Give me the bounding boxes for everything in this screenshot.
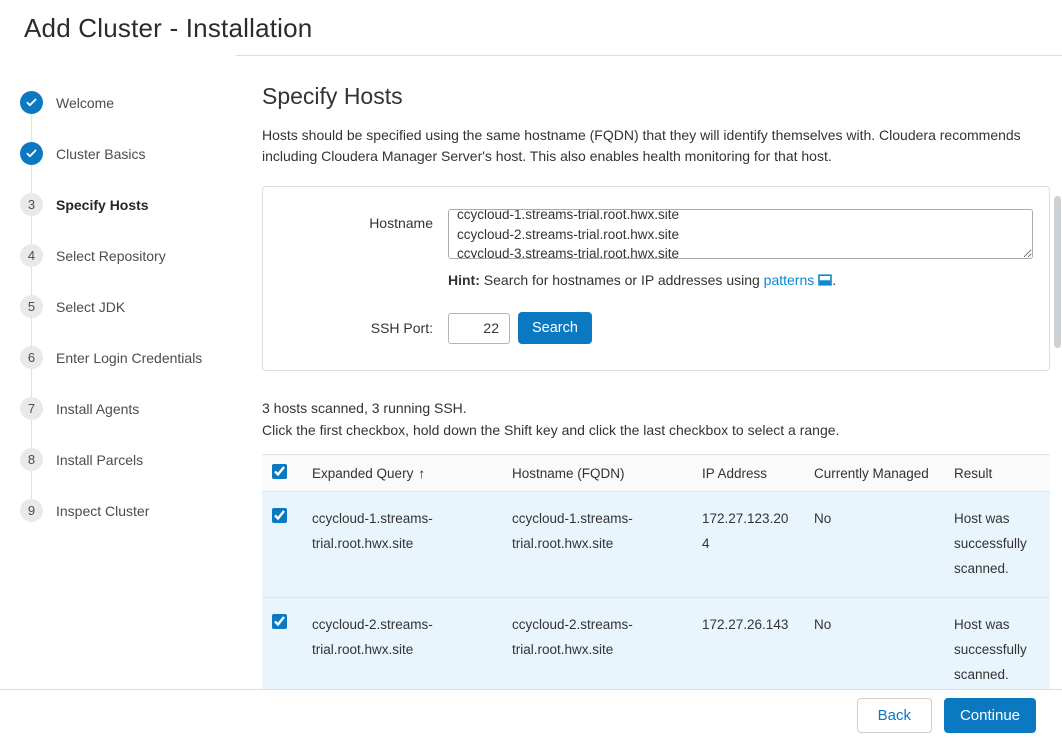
column-header-hostname[interactable]: Hostname (FQDN) bbox=[502, 455, 692, 492]
sidebar-item-welcome[interactable]: Welcome bbox=[20, 77, 236, 128]
page-scrollbar[interactable] bbox=[1054, 196, 1061, 348]
hostname-textarea[interactable]: ccycloud-1.streams-trial.root.hwx.site c… bbox=[448, 209, 1033, 259]
sidebar-item-label: Specify Hosts bbox=[56, 197, 149, 213]
hostname-cell: ccycloud-1.streams-trial.root.hwx.site bbox=[502, 492, 692, 598]
managed-cell: No bbox=[804, 598, 944, 704]
row-checkbox-cell bbox=[262, 492, 302, 598]
ssh-port-input[interactable] bbox=[448, 313, 510, 344]
step-number: 8 bbox=[20, 448, 43, 471]
column-header-managed[interactable]: Currently Managed bbox=[804, 455, 944, 492]
sidebar-item-label: Select Repository bbox=[56, 248, 166, 264]
step-complete-check-icon bbox=[20, 142, 43, 165]
row-checkbox[interactable] bbox=[272, 614, 287, 629]
step-number: 3 bbox=[20, 193, 43, 216]
column-header-ip[interactable]: IP Address bbox=[692, 455, 804, 492]
section-title: Specify Hosts bbox=[262, 83, 1050, 110]
hint-period: . bbox=[832, 272, 836, 288]
scan-instruction-line: Click the first checkbox, hold down the … bbox=[262, 422, 839, 438]
ip-cell: 172.27.123.204 bbox=[692, 492, 804, 598]
hostname-hint: Hint: Search for hostnames or IP address… bbox=[448, 272, 1033, 288]
sidebar-item-cluster-basics[interactable]: Cluster Basics bbox=[20, 128, 236, 179]
sidebar-item-install-agents[interactable]: 7 Install Agents bbox=[20, 383, 236, 434]
step-complete-check-icon bbox=[20, 91, 43, 114]
sidebar-item-enter-login-credentials[interactable]: 6 Enter Login Credentials bbox=[20, 332, 236, 383]
wizard-steps: Welcome Cluster Basics 3 Specify Hosts 4… bbox=[20, 77, 236, 536]
back-button[interactable]: Back bbox=[857, 698, 932, 733]
table-header-row: Expanded Query↑ Hostname (FQDN) IP Addre… bbox=[262, 455, 1050, 492]
result-cell: Host was successfully scanned. bbox=[944, 598, 1050, 704]
ip-cell: 172.27.26.143 bbox=[692, 598, 804, 704]
page-title: Add Cluster - Installation bbox=[24, 13, 1062, 44]
patterns-popup-icon bbox=[818, 274, 832, 286]
search-button[interactable]: Search bbox=[518, 312, 592, 344]
sidebar-item-label: Select JDK bbox=[56, 299, 125, 315]
ssh-port-label: SSH Port: bbox=[263, 320, 448, 336]
wizard-footer: Back Continue bbox=[0, 689, 1062, 741]
sidebar-item-label: Install Parcels bbox=[56, 452, 143, 468]
managed-cell: No bbox=[804, 492, 944, 598]
step-number: 9 bbox=[20, 499, 43, 522]
row-checkbox-cell bbox=[262, 598, 302, 704]
scan-summary-line: 3 hosts scanned, 3 running SSH. bbox=[262, 400, 467, 416]
hostname-label: Hostname bbox=[263, 209, 448, 231]
host-search-form: Hostname ccycloud-1.streams-trial.root.h… bbox=[262, 186, 1050, 371]
hostname-cell: ccycloud-2.streams-trial.root.hwx.site bbox=[502, 598, 692, 704]
table-row: ccycloud-1.streams-trial.root.hwx.site c… bbox=[262, 492, 1050, 598]
column-header-result[interactable]: Result bbox=[944, 455, 1050, 492]
step-number: 4 bbox=[20, 244, 43, 267]
main-content: Specify Hosts Hosts should be specified … bbox=[236, 55, 1062, 730]
select-all-cell bbox=[262, 455, 302, 492]
result-cell: Host was successfully scanned. bbox=[944, 492, 1050, 598]
sidebar-item-label: Install Agents bbox=[56, 401, 139, 417]
sort-ascending-icon: ↑ bbox=[418, 466, 425, 481]
row-checkbox[interactable] bbox=[272, 508, 287, 523]
sidebar-item-label: Enter Login Credentials bbox=[56, 350, 202, 366]
sidebar-item-label: Inspect Cluster bbox=[56, 503, 149, 519]
step-number: 5 bbox=[20, 295, 43, 318]
select-all-checkbox[interactable] bbox=[272, 464, 287, 479]
step-number: 7 bbox=[20, 397, 43, 420]
sidebar-item-select-repository[interactable]: 4 Select Repository bbox=[20, 230, 236, 281]
hint-label: Hint: bbox=[448, 272, 480, 288]
wizard-sidebar: Welcome Cluster Basics 3 Specify Hosts 4… bbox=[0, 55, 236, 730]
sidebar-item-label: Welcome bbox=[56, 95, 114, 111]
hint-text: Search for hostnames or IP addresses usi… bbox=[480, 272, 764, 288]
table-row: ccycloud-2.streams-trial.root.hwx.site c… bbox=[262, 598, 1050, 704]
section-description: Hosts should be specified using the same… bbox=[262, 125, 1037, 167]
expanded-query-cell: ccycloud-2.streams-trial.root.hwx.site bbox=[302, 598, 502, 704]
sidebar-item-label: Cluster Basics bbox=[56, 146, 145, 162]
sidebar-item-select-jdk[interactable]: 5 Select JDK bbox=[20, 281, 236, 332]
sidebar-item-inspect-cluster[interactable]: 9 Inspect Cluster bbox=[20, 485, 236, 536]
column-header-expanded-query[interactable]: Expanded Query↑ bbox=[302, 455, 502, 492]
expanded-query-cell: ccycloud-1.streams-trial.root.hwx.site bbox=[302, 492, 502, 598]
scan-summary: 3 hosts scanned, 3 running SSH. Click th… bbox=[262, 398, 1050, 441]
patterns-link[interactable]: patterns bbox=[764, 272, 815, 288]
continue-button[interactable]: Continue bbox=[944, 698, 1036, 733]
step-number: 6 bbox=[20, 346, 43, 369]
sidebar-item-specify-hosts[interactable]: 3 Specify Hosts bbox=[20, 179, 236, 230]
sidebar-item-install-parcels[interactable]: 8 Install Parcels bbox=[20, 434, 236, 485]
page-header: Add Cluster - Installation bbox=[0, 0, 1062, 55]
